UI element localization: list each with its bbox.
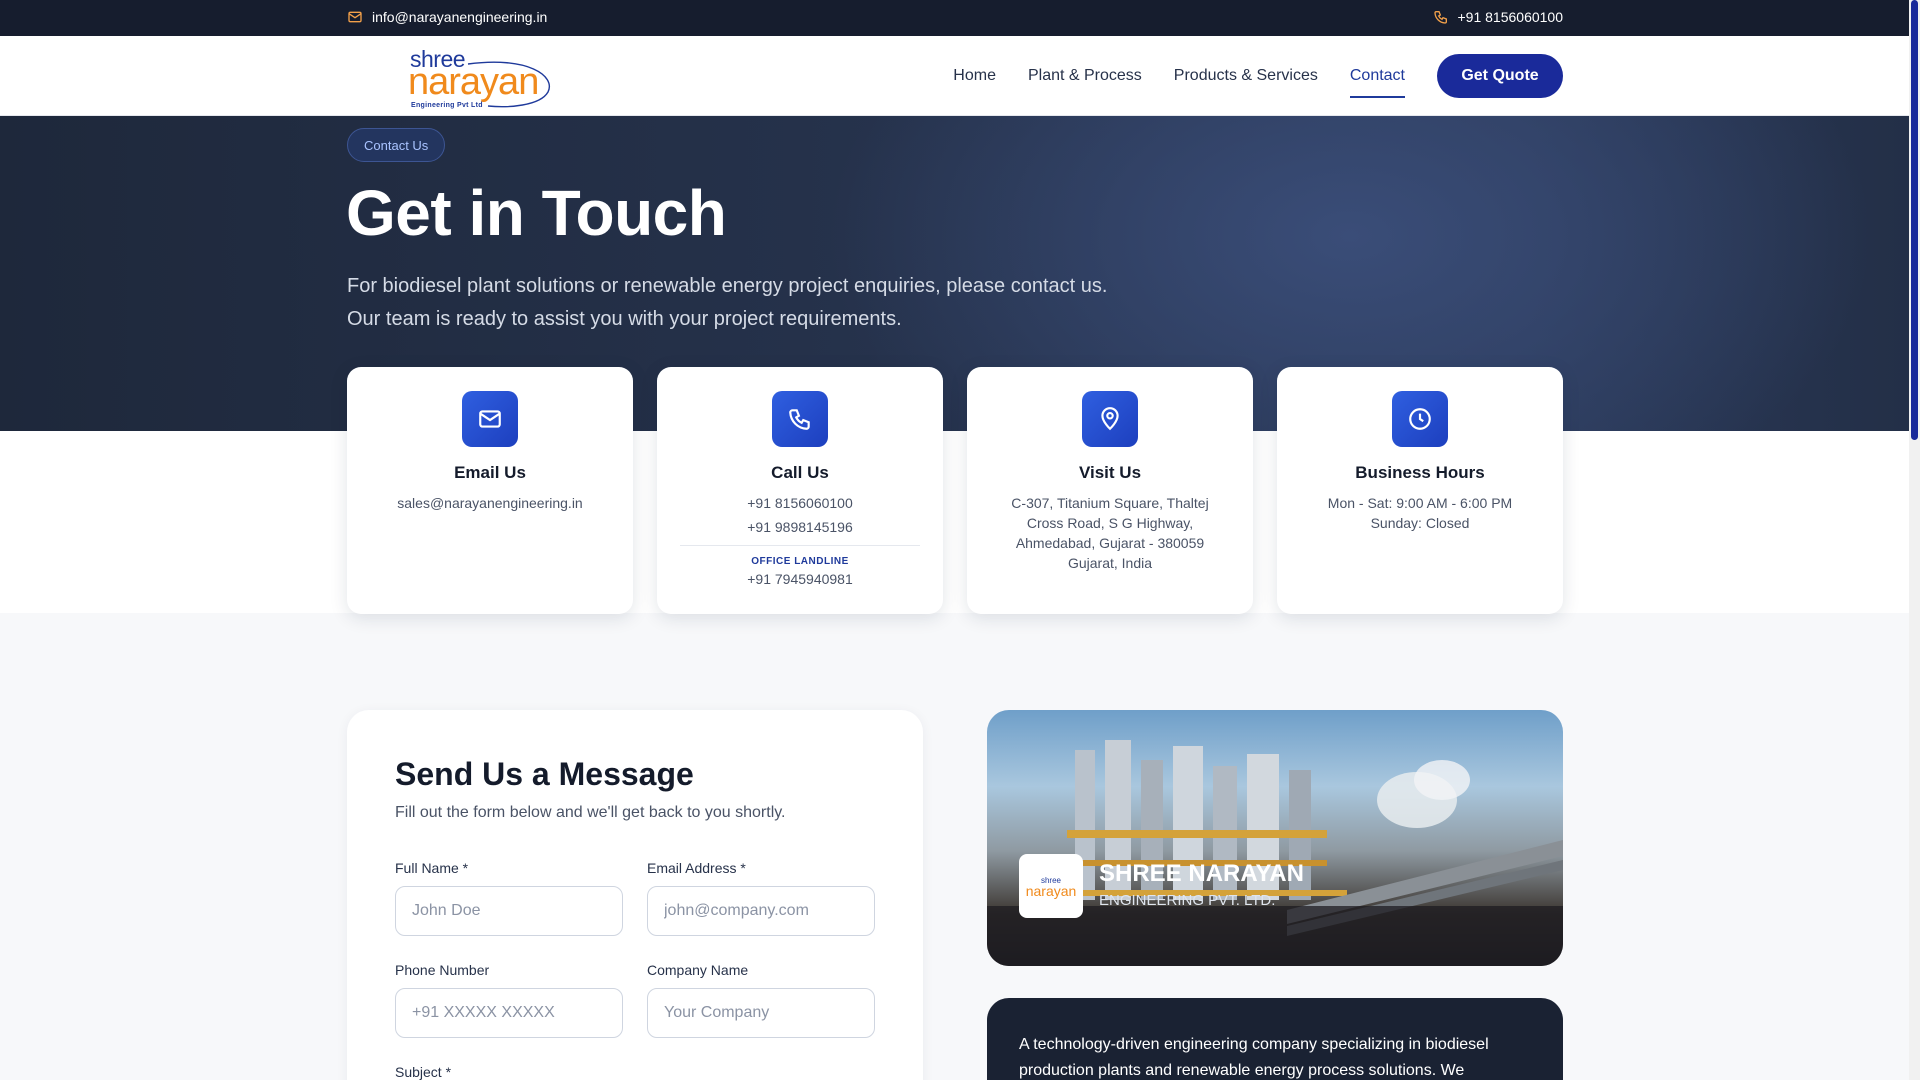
address-line-3: Ahmedabad, Gujarat - 380059 [1015, 535, 1205, 551]
phone-icon [1433, 11, 1447, 24]
full-name-input[interactable] [395, 886, 623, 936]
hours-card: Business Hours Mon - Sat: 9:00 AM - 6:00… [1277, 367, 1563, 614]
address-line-2: Cross Road, S G Highway, [1026, 515, 1194, 531]
nav-plant-process[interactable]: Plant & Process [1028, 54, 1142, 98]
subject-label: Subject * [395, 1064, 452, 1080]
nav-home[interactable]: Home [953, 54, 996, 98]
company-logo[interactable]: shree narayan Engineering Pvt Ltd [408, 46, 558, 109]
industrial-plant-image [987, 740, 1563, 966]
landline-link[interactable]: +91 7945940981 [657, 569, 943, 589]
email-address-input[interactable] [647, 886, 875, 936]
get-quote-button[interactable]: Get Quote [1437, 54, 1563, 98]
visit-icon-box [1082, 391, 1138, 447]
nav-products-services[interactable]: Products & Services [1174, 54, 1318, 98]
brand-logo-badge: shree narayan [1019, 854, 1083, 918]
envelope-icon [479, 410, 501, 428]
call-card-divider [680, 545, 920, 546]
site-header: shree narayan Engineering Pvt Ltd Home P… [0, 36, 1909, 116]
logo-text-narayan: narayan [408, 61, 539, 103]
sales-email-link[interactable]: sales@narayanengineering.in [347, 493, 633, 513]
scrollbar-thumb[interactable] [1911, 0, 1918, 440]
company-name-input[interactable] [647, 988, 875, 1038]
phone-number-input[interactable] [395, 988, 623, 1038]
email-address-label: Email Address * [647, 860, 746, 876]
mail-icon [348, 11, 362, 23]
main-nav: Home Plant & Process Products & Services… [953, 54, 1563, 98]
call-icon-box [772, 391, 828, 447]
contact-us-badge: Contact Us [347, 128, 446, 162]
cards-background-band [0, 431, 1909, 613]
nav-contact[interactable]: Contact [1349, 54, 1406, 98]
visit-card-title: Visit Us [1078, 463, 1142, 482]
page-scrollbar[interactable] [1909, 0, 1920, 1080]
address-line-4: Gujarat, India [1067, 555, 1153, 571]
clock-icon [1409, 408, 1431, 430]
hours-card-title: Business Hours [1355, 463, 1485, 482]
phone-link-2[interactable]: +91 9898145196 [657, 517, 943, 537]
topbar-phone[interactable]: +91 8156060100 [1433, 9, 1564, 25]
logo-text-tagline: Engineering Pvt Ltd [411, 102, 483, 109]
company-name-label: Company Name [647, 962, 749, 978]
email-card-title: Email Us [454, 463, 526, 482]
office-landline-label: OFFICE LANDLINE [751, 556, 849, 567]
email-icon-box [462, 391, 518, 447]
email-card: Email Us sales@narayanengineering.in [347, 367, 633, 614]
top-contact-bar: info@narayanengineering.in +91 815606010… [0, 0, 1909, 36]
phone-number-label: Phone Number [395, 962, 490, 978]
plant-photo-card: shree narayan SHREE NARAYAN ENGINEERING … [987, 710, 1563, 966]
sunday-hours: Sunday: Closed [1370, 515, 1470, 531]
address-line-1: C-307, Titanium Square, Thaltej [1011, 495, 1209, 511]
call-card: Call Us +91 8156060100 +91 9898145196 OF… [657, 367, 943, 614]
brand-logo-narayan: narayan [1025, 882, 1077, 899]
weekday-hours: Mon - Sat: 9:00 AM - 6:00 PM [1327, 495, 1513, 511]
form-subtitle: Fill out the form below and we'll get ba… [395, 804, 786, 821]
full-name-label: Full Name * [395, 860, 469, 876]
phone-link-1[interactable]: +91 8156060100 [657, 493, 943, 513]
map-pin-icon [1101, 407, 1119, 431]
hours-icon-box [1392, 391, 1448, 447]
topbar-phone-text[interactable]: +91 8156060100 [1458, 9, 1564, 25]
visit-card: Visit Us C-307, Titanium Square, Thaltej… [967, 367, 1253, 614]
phone-icon [789, 409, 810, 430]
brand-subtitle: ENGINEERING PVT. LTD. [1099, 892, 1276, 909]
brand-name: SHREE NARAYAN [1099, 860, 1304, 887]
hero-description: For biodiesel plant solutions or renewab… [347, 275, 1108, 330]
form-title: Send Us a Message [395, 756, 694, 792]
topbar-email-text[interactable]: info@narayanengineering.in [372, 9, 547, 25]
hero-section: Contact Us Get in Touch For biodiesel pl… [0, 116, 1909, 431]
company-description: A technology-driven engineering company … [1019, 1036, 1489, 1079]
topbar-email[interactable]: info@narayanengineering.in [347, 9, 547, 25]
company-description-card: A technology-driven engineering company … [987, 998, 1563, 1080]
page-title: Get in Touch [346, 177, 727, 249]
call-card-title: Call Us [771, 463, 829, 482]
contact-form-card: Send Us a Message Fill out the form belo… [347, 710, 923, 1080]
